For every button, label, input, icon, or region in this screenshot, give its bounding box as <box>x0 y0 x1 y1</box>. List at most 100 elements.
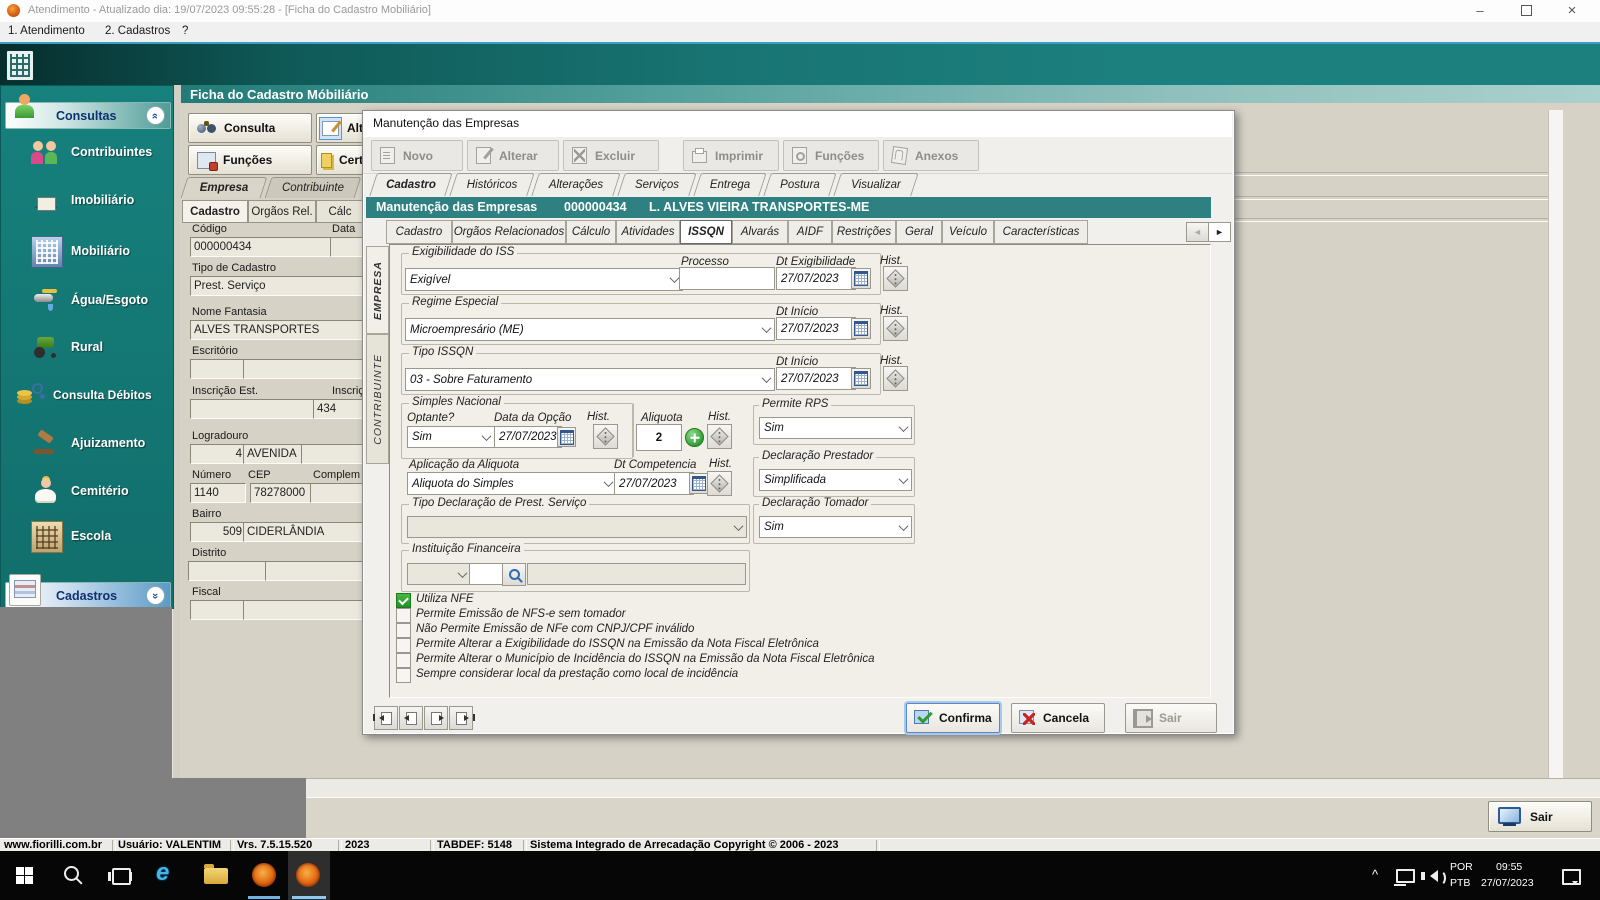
codigo-field[interactable]: 000000434 <box>190 237 332 257</box>
exigibilidade-select[interactable]: Exigível <box>405 268 683 291</box>
itab-orgaos-relacionados[interactable]: Orgãos Relacionados <box>452 220 566 244</box>
funcoes-button[interactable]: Funções <box>188 145 312 175</box>
logradouro-tipo-field[interactable]: AVENIDA <box>243 444 305 464</box>
tray-lang-line2[interactable]: PTB <box>1450 877 1470 889</box>
permite-rps-select[interactable]: Sim <box>759 417 912 439</box>
logradouro-field[interactable] <box>301 444 364 464</box>
alterar-button[interactable]: Alt <box>316 113 363 143</box>
optante-select[interactable]: Sim <box>407 426 495 448</box>
volume-icon[interactable] <box>1421 870 1446 886</box>
instituicao-tipo-select[interactable] <box>407 563 471 585</box>
dialog-tab-alteracoes[interactable]: Alterações <box>535 173 617 196</box>
close-button[interactable]: × <box>1552 0 1592 21</box>
calendar-icon[interactable] <box>851 268 871 289</box>
scrollbar[interactable] <box>1548 110 1563 778</box>
itab-alvaras[interactable]: Alvarás <box>732 220 788 244</box>
subtab-calculo[interactable]: Cálc <box>316 200 363 223</box>
distrito-field[interactable] <box>265 561 364 581</box>
excluir-button[interactable]: Excluir <box>563 140 659 171</box>
dt-competencia-field[interactable]: 27/07/2023 <box>614 472 694 495</box>
consulta-button[interactable]: Consulta <box>188 113 312 143</box>
escritorio-cod-field[interactable] <box>190 359 246 379</box>
dt-inicio-regime-field[interactable]: 27/07/2023 <box>776 317 856 340</box>
sidebar-item-agua-esgoto[interactable]: Água/Esgoto <box>71 293 148 307</box>
menu-atendimento[interactable]: 1. Atendimento <box>8 25 85 37</box>
alterar-municipio-checkbox[interactable] <box>396 653 411 668</box>
dialog-tab-visualizar[interactable]: Visualizar <box>837 173 915 196</box>
calendar-icon[interactable] <box>851 368 871 389</box>
escritorio-field[interactable] <box>243 359 364 379</box>
tray-date[interactable]: 27/07/2023 <box>1481 877 1534 889</box>
itab-cadastro[interactable]: Cadastro <box>386 220 452 244</box>
local-prestacao-checkbox[interactable] <box>396 668 411 683</box>
dialog-tab-postura[interactable]: Postura <box>767 173 833 196</box>
processo-field[interactable] <box>679 267 775 290</box>
tray-lang-line1[interactable]: POR <box>1450 861 1473 873</box>
side-tab-empresa[interactable]: EMPRESA <box>366 246 389 334</box>
sidebar-item-ajuizamento[interactable]: Ajuizamento <box>71 436 145 450</box>
fiscal-cod-field[interactable] <box>190 600 246 620</box>
bairro-field[interactable]: CIDERLÂNDIA <box>243 522 364 542</box>
menu-help[interactable]: ? <box>182 25 188 37</box>
dt-inicio-tipo-field[interactable]: 27/07/2023 <box>776 367 856 390</box>
sidebar-item-escola[interactable]: Escola <box>71 529 111 543</box>
notification-icon[interactable] <box>1562 869 1581 885</box>
sidebar-item-contribuintes[interactable]: Contribuintes <box>71 145 152 159</box>
itab-caracteristicas[interactable]: Características <box>994 220 1088 244</box>
tipo-cadastro-field[interactable]: Prest. Serviço <box>190 276 364 296</box>
subtab-cadastro[interactable]: Cadastro <box>182 200 248 223</box>
chevron-down-icon[interactable]: » <box>146 586 165 605</box>
nav-first-icon[interactable] <box>372 706 398 730</box>
network-icon[interactable] <box>1394 869 1415 886</box>
data-opcao-field[interactable]: 27/07/2023 <box>494 426 562 448</box>
declaracao-tomador-select[interactable]: Sim <box>759 516 912 538</box>
exit-button[interactable]: Sair <box>1488 801 1592 832</box>
novo-button[interactable]: Novo <box>371 140 463 171</box>
chevron-up-icon[interactable]: » <box>146 106 165 125</box>
calendar-icon[interactable] <box>851 318 871 339</box>
sidebar-item-imobiliario[interactable]: Imobiliário <box>71 193 134 207</box>
history-dice-icon[interactable] <box>883 366 908 391</box>
history-dice-icon[interactable] <box>707 471 732 496</box>
dialog-titlebar[interactable]: Manutenção das Empresas <box>363 111 1232 138</box>
sidebar-item-mobiliario[interactable]: Mobiliário <box>71 244 130 258</box>
fiorilli-app-icon-active[interactable] <box>296 863 320 887</box>
sidebar-item-consulta-debitos[interactable]: Consulta Débitos <box>53 388 152 402</box>
alterar-exigibilidade-checkbox[interactable] <box>396 638 411 653</box>
itab-geral[interactable]: Geral <box>896 220 942 244</box>
menu-cadastros[interactable]: 2. Cadastros <box>105 25 170 37</box>
tipo-issqn-select[interactable]: 03 - Sobre Faturamento <box>405 368 775 391</box>
nome-fantasia-field[interactable]: ALVES TRANSPORTES <box>190 320 364 340</box>
funcoes-dialog-button[interactable]: Funções <box>783 140 879 171</box>
history-dice-icon[interactable] <box>593 424 618 449</box>
dialog-tab-historicos[interactable]: Históricos <box>453 173 531 196</box>
sidebar-item-rural[interactable]: Rural <box>71 340 103 354</box>
confirma-button[interactable]: Confirma <box>906 703 1000 733</box>
itab-aidf[interactable]: AIDF <box>788 220 832 244</box>
calendar-icon[interactable] <box>689 473 709 494</box>
sidebar-item-cemiterio[interactable]: Cemitério <box>71 484 129 498</box>
itab-veiculo[interactable]: Veículo <box>942 220 994 244</box>
tab-scroll-left-icon[interactable]: ◄ <box>1186 222 1209 242</box>
add-icon[interactable] <box>685 428 704 447</box>
cancela-button[interactable]: Cancela <box>1011 703 1105 733</box>
dialog-tab-entrega[interactable]: Entrega <box>697 173 763 196</box>
sair-dialog-button[interactable]: Sair <box>1125 703 1217 733</box>
fiscal-field[interactable] <box>243 600 364 620</box>
bairro-cod-field[interactable]: 509 <box>190 522 246 542</box>
tipo-declaracao-select[interactable] <box>407 516 747 538</box>
nav-next-icon[interactable] <box>424 706 448 730</box>
inscricao-est-field[interactable] <box>190 399 314 419</box>
tab-empresa[interactable]: Empresa <box>184 177 264 198</box>
tray-chevron-icon[interactable]: ^ <box>1372 867 1378 882</box>
nav-prev-icon[interactable] <box>399 706 423 730</box>
imprimir-button[interactable]: Imprimir <box>683 140 779 171</box>
itab-restricoes[interactable]: Restrições <box>832 220 896 244</box>
subtab-orgaos-rel[interactable]: Orgãos Rel. <box>248 200 316 223</box>
history-dice-icon[interactable] <box>883 266 908 291</box>
declaracao-prestador-select[interactable]: Simplificada <box>759 469 912 491</box>
cep-field[interactable]: 78278000 <box>250 483 313 503</box>
start-icon[interactable] <box>16 867 33 884</box>
instituicao-nome-field[interactable] <box>527 563 746 585</box>
taskview-icon[interactable] <box>108 868 131 885</box>
